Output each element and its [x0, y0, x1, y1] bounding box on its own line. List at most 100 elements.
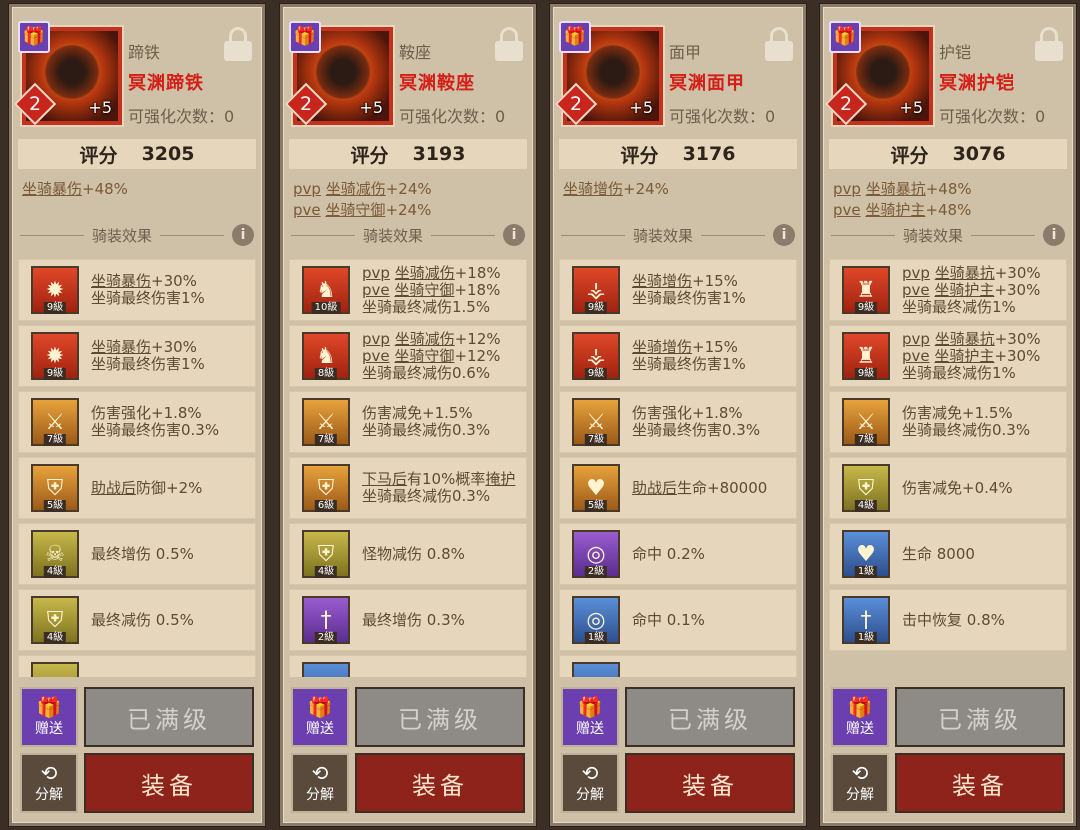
equip-button[interactable]: 装备 [625, 753, 795, 813]
gift-button[interactable]: 🎁 赠送 [831, 687, 889, 747]
claw-icon: ⚶ 9級 [572, 266, 620, 314]
effect-keyword[interactable]: 坐骑减伤 [395, 264, 455, 282]
bonus-stat[interactable]: 坐骑减伤 [326, 180, 386, 198]
effect-value: 坐骑最终伤害0.3% [632, 421, 761, 439]
effect-keyword[interactable]: 坐骑护主 [934, 347, 994, 365]
effect-keyword[interactable]: 坐骑暴伤 [91, 272, 151, 290]
effect-keyword[interactable]: 助战后 [91, 479, 136, 497]
effects-list[interactable]: ⚶ 9級 坐骑增伤+15% 坐骑最终伤害1% ⚶ 9級 坐骑增伤+15% 坐骑最终伤害1% ⚔ 7… [559, 259, 797, 677]
info-icon[interactable]: i [503, 224, 526, 246]
sword-icon: † 1級 [842, 596, 890, 644]
effect-keyword[interactable]: 坐骑护主 [934, 281, 994, 299]
gift-label: 赠送 [846, 721, 874, 737]
effect-line: 坐骑最终伤害0.3% [632, 422, 760, 439]
effect-keyword[interactable]: 坐骑暴伤 [91, 338, 151, 356]
effect-line: pve 坐骑守御+12% [362, 347, 501, 365]
equip-button[interactable]: 装备 [355, 753, 525, 813]
flame-icon: ✹ 9級 [31, 332, 79, 380]
bonus-stat[interactable]: 坐骑增伤 [563, 180, 623, 198]
info-icon[interactable]: i [232, 224, 255, 246]
effect-keyword[interactable]: pve [902, 281, 930, 299]
effect-level: 1級 [584, 632, 608, 644]
effects-list[interactable]: ♞ 10級 pvp 坐骑减伤+18% pve 坐骑守御+18% 坐骑最终减伤1.5% ♞ 8… [289, 259, 527, 677]
effect-keyword[interactable]: 坐骑守御 [394, 281, 454, 299]
bonus-stat[interactable]: 坐骑暴抗 [866, 180, 926, 198]
effect-row: ⚔ 7級 伤害强化+1.8% 坐骑最终伤害0.3% [18, 391, 256, 453]
refine-count: 可强化次数：0 [669, 107, 776, 126]
effect-keyword[interactable]: 坐骑暴抗 [935, 330, 995, 348]
effect-keyword[interactable]: pve [362, 347, 390, 365]
max-level-button[interactable]: 已满级 [84, 687, 254, 747]
item-art [854, 45, 912, 100]
gift-badge-icon: 🎁 [559, 21, 591, 53]
max-level-button[interactable]: 已满级 [895, 687, 1065, 747]
decompose-button[interactable]: ⟲ 分解 [561, 753, 619, 813]
button-row: ⟲ 分解 装备 [561, 753, 795, 813]
effect-keyword[interactable]: 坐骑增伤 [632, 338, 692, 356]
effect-keyword[interactable]: pvp [902, 330, 930, 348]
effect-keyword[interactable]: 坐骑暴抗 [935, 264, 995, 282]
max-level-button[interactable]: 已满级 [355, 687, 525, 747]
lock-icon[interactable] [495, 27, 523, 61]
effect-value: +30% [994, 263, 1041, 282]
effect-row: ◎ 2級 命中 0.2% [559, 523, 797, 585]
divider-line [431, 234, 496, 236]
effect-value: 伤害强化+1.8% [632, 404, 743, 422]
effect-line: 坐骑最终减伤0.6% [362, 363, 501, 382]
effect-line: 助战后生命+80000 [632, 479, 767, 497]
effect-text: 生命 8000 [902, 545, 975, 563]
effect-keyword[interactable]: 助战后 [632, 479, 677, 497]
score-value: 3176 [682, 143, 736, 165]
effect-keyword[interactable]: 下马后 [362, 470, 407, 488]
bonus-mode: pve [293, 201, 321, 219]
decompose-button[interactable]: ⟲ 分解 [20, 753, 78, 813]
info-icon[interactable]: i [773, 224, 796, 246]
bonus-stat[interactable]: 坐骑护主 [865, 201, 925, 219]
effect-keyword[interactable]: 坐骑增伤 [632, 272, 692, 290]
effect-row: ♥ 生命 8000 [289, 655, 527, 677]
max-level-button[interactable]: 已满级 [625, 687, 795, 747]
effect-value: 坐骑最终减伤0.6% [362, 363, 491, 382]
effect-value: +18% [454, 263, 501, 282]
shield-icon-glyph: ⛨ [317, 475, 335, 501]
effect-keyword[interactable]: 坐骑减伤 [395, 330, 455, 348]
equip-button[interactable]: 装备 [84, 753, 254, 813]
gift-label: 赠送 [35, 721, 63, 737]
effect-level: 9級 [584, 368, 608, 380]
effect-line: 命中 0.1% [632, 611, 705, 629]
gift-button[interactable]: 🎁 赠送 [561, 687, 619, 747]
sword-crest-icon: ⚔ 7級 [31, 398, 79, 446]
decompose-button[interactable]: ⟲ 分解 [291, 753, 349, 813]
gift-button[interactable]: 🎁 赠送 [20, 687, 78, 747]
effect-keyword[interactable]: 掩护 [485, 470, 515, 488]
effect-line: 最终减伤 0.5% [91, 611, 194, 629]
gift-badge-icon: 🎁 [829, 21, 861, 53]
bonus-stat[interactable]: 坐骑守御 [325, 201, 385, 219]
target-icon-glyph: ◎ [586, 674, 605, 678]
claw-icon-glyph: ⚶ [586, 277, 606, 303]
effects-list[interactable]: ✹ 9級 坐骑暴伤+30% 坐骑最终伤害1% ✹ 9級 坐骑暴伤+30% 坐骑最终伤害1% ⚔ 7… [18, 259, 256, 677]
gift-button[interactable]: 🎁 赠送 [291, 687, 349, 747]
decompose-button[interactable]: ⟲ 分解 [831, 753, 889, 813]
equip-button[interactable]: 装备 [895, 753, 1065, 813]
effect-text: pvp 坐骑暴抗+30% pve 坐骑护主+30% 坐骑最终减伤1% [902, 263, 1041, 316]
effect-value: 击中恢复 0.8% [902, 610, 1005, 629]
lock-icon[interactable] [1035, 27, 1063, 61]
bonus-stat[interactable]: 坐骑暴伤 [22, 180, 82, 198]
effect-keyword[interactable]: pvp [902, 264, 930, 282]
button-row: ⟲ 分解 装备 [20, 753, 254, 813]
effect-keyword[interactable]: pvp [362, 264, 390, 282]
effect-keyword[interactable]: pvp [362, 330, 390, 348]
info-icon[interactable]: i [1043, 224, 1066, 246]
effect-keyword[interactable]: 坐骑守御 [394, 347, 454, 365]
effect-line: 伤害强化+1.8% [91, 405, 219, 422]
enhance-level: +5 [359, 98, 383, 117]
effect-row: ◎ 命中 0.1% [559, 655, 797, 677]
effect-value: 怪物减伤 0.8% [362, 544, 465, 563]
gift-icon: 🎁 [577, 695, 603, 719]
effects-list[interactable]: ♜ 9級 pvp 坐骑暴抗+30% pve 坐骑护主+30% 坐骑最终减伤1% ♜ 9級 pv… [829, 259, 1067, 677]
lock-icon[interactable] [224, 27, 252, 61]
effect-keyword[interactable]: pve [362, 281, 390, 299]
lock-icon[interactable] [765, 27, 793, 61]
effect-keyword[interactable]: pve [902, 347, 930, 365]
